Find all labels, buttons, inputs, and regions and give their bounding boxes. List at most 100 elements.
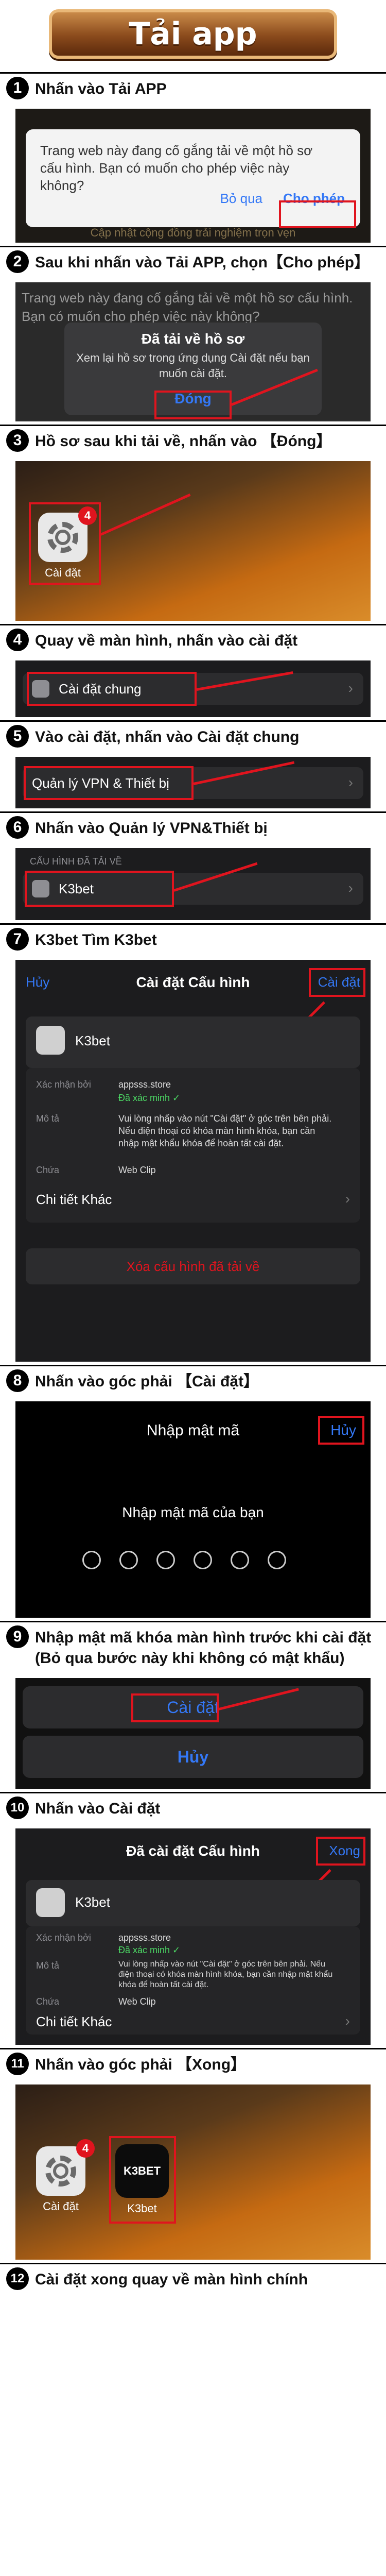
passcode-dot bbox=[231, 1551, 249, 1569]
passcode-dot bbox=[82, 1551, 101, 1569]
screenshot-vpn-row: Quản lý VPN & Thiết bị › bbox=[15, 757, 371, 808]
highlight-box bbox=[131, 1693, 219, 1722]
step-caption: Nhập mật mã khóa màn hình trước khi cài … bbox=[35, 1629, 372, 1667]
background-text: Trang web này đang cố gắng tải về một hồ… bbox=[22, 290, 353, 324]
profile-card: K3bet bbox=[26, 1880, 360, 1926]
profile-icon bbox=[36, 1026, 65, 1055]
screenshot-home-installed: 4 Cài đặt K3BET K3bet bbox=[15, 2084, 371, 2260]
highlight-box bbox=[24, 766, 194, 800]
step-number: 12 bbox=[6, 2267, 29, 2290]
section-header: CẤU HÌNH ĐÃ TẢI VỀ bbox=[30, 856, 122, 867]
signed-by-label: Xác nhận bởi bbox=[36, 1079, 91, 1090]
screenshot-downloaded-dialog: Trang web này đang cố gắng tải về một hồ… bbox=[15, 282, 371, 421]
chevron-right-icon: › bbox=[345, 2013, 350, 2029]
verified-badge: Đã xác minh ✓ bbox=[118, 1945, 181, 1955]
profile-name: K3bet bbox=[75, 1033, 110, 1048]
more-details-row[interactable]: Chi tiết Khác bbox=[36, 1192, 112, 1208]
screen-title: Nhập mật mã bbox=[146, 1422, 240, 1439]
screenshot-k3bet-profile-row: CẤU HÌNH ĐÃ TẢI VỀ K3bet › bbox=[15, 848, 371, 920]
dialog-message: Xem lại hồ sơ trong ứng dụng Cài đặt nếu… bbox=[76, 351, 310, 380]
step-number: 2 bbox=[6, 250, 29, 273]
screenshot-profile-installed: Đã cài đặt Cấu hình Xong K3bet Xác nhận … bbox=[15, 1828, 371, 2045]
step-10: 10 Nhấn vào Cài đặt bbox=[0, 1793, 386, 1823]
notification-badge: 4 bbox=[76, 2139, 95, 2158]
screenshot-general-row: Cài đặt chung › bbox=[15, 660, 371, 717]
contains-label: Chứa bbox=[36, 1996, 60, 2007]
step-number: 11 bbox=[6, 2053, 29, 2075]
step-1: 1 Nhấn vào Tải APP bbox=[0, 74, 386, 104]
screenshot-allow-dialog: Cập nhật cộng đồng trải nghiệm trọn vẹn … bbox=[15, 109, 371, 243]
highlight-box bbox=[154, 391, 232, 419]
step-caption: Hồ sơ sau khi tải về, nhấn vào 【Đóng】 bbox=[35, 433, 332, 450]
dialog-message: Trang web này đang cố gắng tải về một hồ… bbox=[40, 143, 313, 193]
description-label: Mô tả bbox=[36, 1960, 60, 1971]
title-plate: Tải app bbox=[49, 9, 337, 59]
passcode-dot bbox=[194, 1551, 212, 1569]
screenshot-passcode: Nhập mật mã Hủy Nhập mật mã của bạn bbox=[15, 1401, 371, 1618]
contains-label: Chứa bbox=[36, 1165, 60, 1175]
step-number: 3 bbox=[6, 429, 29, 452]
dialog-title: Đã tải về hồ sơ bbox=[141, 331, 245, 347]
step-caption: K3bet Tìm K3bet bbox=[35, 931, 157, 948]
step-5: 5 Vào cài đặt, nhấn vào Cài đặt chung bbox=[0, 722, 386, 752]
step-caption: Cài đặt xong quay về màn hình chính bbox=[35, 2271, 308, 2288]
step-number: 4 bbox=[6, 629, 29, 651]
highlight-box bbox=[109, 2136, 176, 2224]
step-number: 5 bbox=[6, 725, 29, 748]
title-banner: Tải app bbox=[0, 0, 386, 72]
cancel-button[interactable]: Hủy bbox=[23, 1736, 363, 1778]
step-caption: Nhấn vào Cài đặt bbox=[35, 1800, 161, 1817]
chevron-right-icon: › bbox=[348, 680, 353, 696]
description-value: Vui lòng nhấp vào nút "Cài đặt" ở góc tr… bbox=[118, 1960, 333, 1989]
step-2: 2 Sau khi nhấn vào Tải APP, chọn【Cho phé… bbox=[0, 247, 386, 277]
highlight-box bbox=[279, 200, 356, 228]
screenshot-install-profile: Hủy Cài đặt Cấu hình Cài đặt K3bet Xác n… bbox=[15, 960, 371, 1362]
chevron-right-icon: › bbox=[345, 1191, 350, 1207]
step-8: 8 Nhấn vào góc phải 【Cài đặt】 bbox=[0, 1366, 386, 1396]
highlight-box bbox=[318, 1416, 364, 1445]
passcode-dot bbox=[156, 1551, 175, 1569]
highlight-box bbox=[316, 1837, 365, 1866]
pointer-arrow bbox=[100, 493, 191, 536]
step-12: 12 Cài đặt xong quay về màn hình chính bbox=[0, 2264, 386, 2294]
contains-value: Web Clip bbox=[118, 1165, 156, 1175]
chevron-right-icon: › bbox=[348, 774, 353, 790]
step-caption: Nhấn vào góc phải 【Cài đặt】 bbox=[35, 1373, 259, 1390]
step-caption: Nhấn vào Tải APP bbox=[35, 80, 167, 97]
profile-details: Xác nhận bởi appsss.store Đã xác minh ✓ … bbox=[26, 1926, 360, 2035]
passcode-prompt: Nhập mật mã của bạn bbox=[122, 1504, 264, 1520]
page-title: Tải app bbox=[129, 16, 257, 52]
more-details-row[interactable]: Chi tiết Khác bbox=[36, 2014, 112, 2030]
step-7: 7 K3bet Tìm K3bet bbox=[0, 925, 386, 955]
screenshot-confirm-install: Cài đặt Hủy bbox=[15, 1678, 371, 1789]
step-number: 7 bbox=[6, 928, 29, 951]
step-11: 11 Nhấn vào góc phải 【Xong】 bbox=[0, 2049, 386, 2079]
highlight-box bbox=[25, 871, 174, 907]
step-3: 3 Hồ sơ sau khi tải về, nhấn vào 【Đóng】 bbox=[0, 426, 386, 456]
step-caption: Sau khi nhấn vào Tải APP, chọn【Cho phép】 bbox=[35, 254, 370, 271]
step-number: 10 bbox=[6, 1797, 29, 1819]
step-caption: Vào cài đặt, nhấn vào Cài đặt chung bbox=[35, 728, 300, 745]
remove-profile-button[interactable]: Xóa cấu hình đã tải về bbox=[26, 1259, 360, 1275]
description-label: Mô tả bbox=[36, 1113, 60, 1124]
step-6: 6 Nhấn vào Quản lý VPN&Thiết bị bbox=[0, 813, 386, 843]
step-4: 4 Quay về màn hình, nhấn vào cài đặt bbox=[0, 625, 386, 655]
highlight-box bbox=[309, 968, 365, 997]
app-label: Cài đặt bbox=[43, 2200, 79, 2213]
highlight-box bbox=[29, 502, 101, 585]
signed-by-label: Xác nhận bởi bbox=[36, 1933, 91, 1943]
description-value: Vui lòng nhấp vào nút "Cài đặt" ở góc tr… bbox=[118, 1113, 332, 1148]
passcode-dot bbox=[268, 1551, 286, 1569]
contains-value: Web Clip bbox=[118, 1996, 156, 2007]
step-number: 1 bbox=[6, 77, 29, 99]
remove-card: Xóa cấu hình đã tải về bbox=[26, 1248, 360, 1284]
profile-icon bbox=[36, 1888, 65, 1917]
step-caption: Nhấn vào góc phải 【Xong】 bbox=[35, 2056, 247, 2073]
step-number: 9 bbox=[6, 1625, 29, 1648]
passcode-dot bbox=[119, 1551, 138, 1569]
screenshot-home-settings: 4 Cài đặt bbox=[15, 461, 371, 621]
gear-hub bbox=[53, 2163, 68, 2179]
profile-card: K3bet bbox=[26, 1016, 360, 1068]
chevron-right-icon: › bbox=[348, 880, 353, 896]
ignore-button[interactable]: Bỏ qua bbox=[220, 191, 262, 207]
